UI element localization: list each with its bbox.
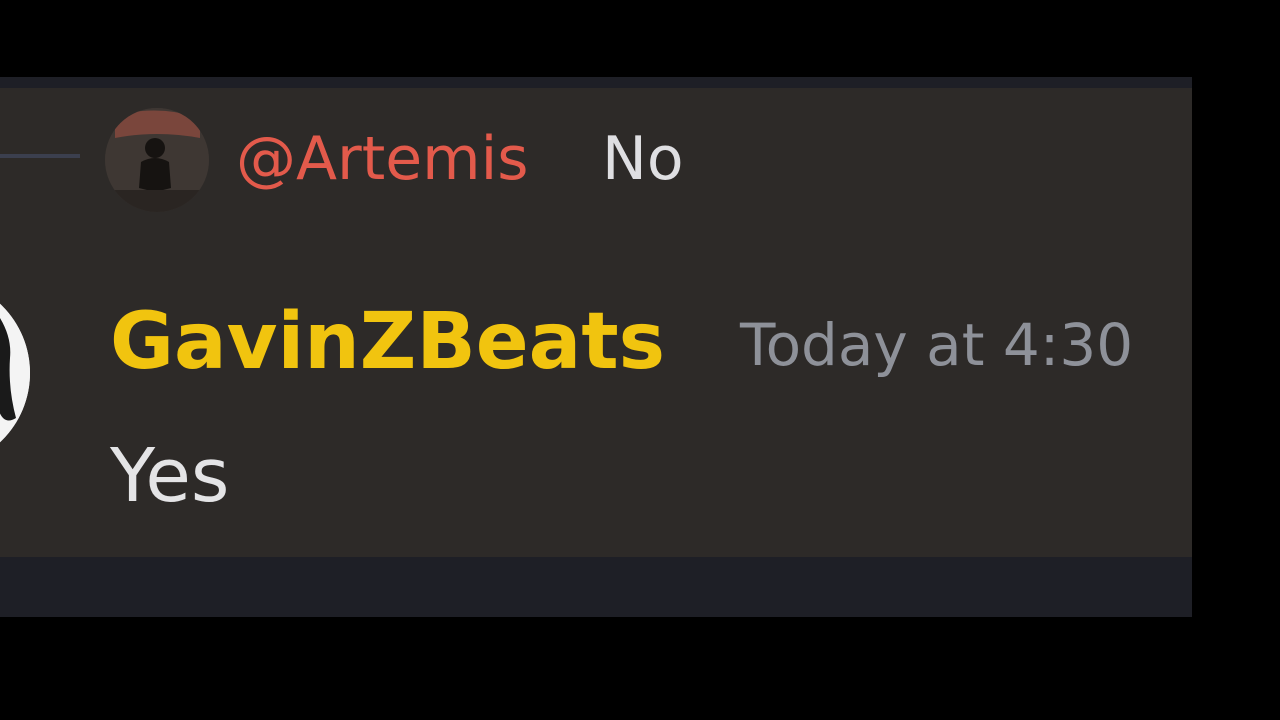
reply-avatar-icon[interactable] xyxy=(105,108,209,212)
author-avatar-icon[interactable] xyxy=(0,278,30,468)
author-username[interactable]: GavinZBeats xyxy=(110,296,665,388)
message-content: Yes xyxy=(110,433,230,519)
chat-frame: @Artemis No GavinZBeats Today at 4:30 Ye… xyxy=(0,77,1192,617)
chat-message[interactable]: @Artemis No GavinZBeats Today at 4:30 Ye… xyxy=(0,88,1192,557)
reply-connector-line xyxy=(0,154,80,158)
reply-mention[interactable]: @Artemis xyxy=(236,124,529,194)
reply-preview-text[interactable]: No xyxy=(602,124,684,194)
message-timestamp: Today at 4:30 xyxy=(740,311,1134,379)
